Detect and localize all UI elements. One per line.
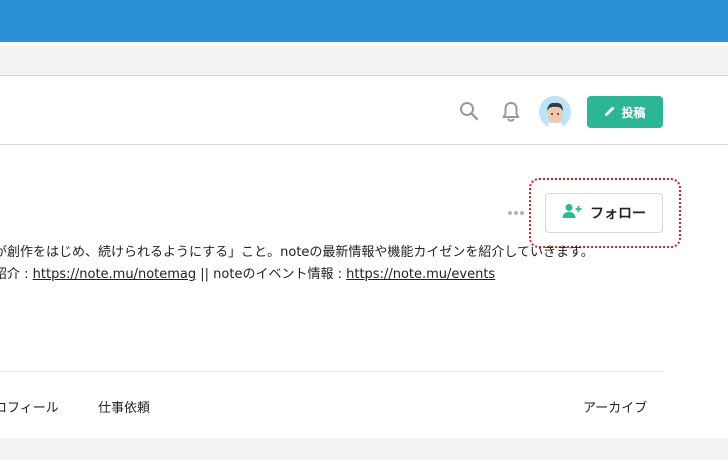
pencil-icon (604, 105, 616, 120)
profile-description: が創作をはじめ、続けられるようにする」こと。noteの最新情報や機能カイゼンを紹… (0, 245, 594, 260)
avatar[interactable] (539, 96, 571, 128)
post-button-label: 投稿 (621, 105, 646, 120)
browser-title-bar (0, 0, 728, 42)
profile-links: 紹介 : https://note.mu/notemag || noteのイベン… (0, 264, 495, 286)
annotation-highlight (529, 178, 681, 248)
notemag-link[interactable]: https://note.mu/notemag (33, 267, 196, 282)
browser-tab-strip (0, 46, 728, 76)
search-icon[interactable] (458, 100, 480, 122)
links-prefix: 紹介 : (0, 267, 29, 282)
tab-archive[interactable]: アーカイブ (583, 397, 647, 416)
tabs-divider (0, 371, 663, 372)
more-options-icon[interactable] (507, 205, 527, 219)
tab-profile[interactable]: ロフィール (0, 397, 59, 416)
events-link[interactable]: https://note.mu/events (346, 267, 495, 282)
post-button[interactable]: 投稿 (587, 96, 663, 128)
links-separator: || noteのイベント情報 : (196, 267, 347, 282)
bell-icon[interactable] (500, 100, 522, 124)
tab-work-request[interactable]: 仕事依頼 (98, 397, 150, 416)
content-background (0, 438, 728, 460)
